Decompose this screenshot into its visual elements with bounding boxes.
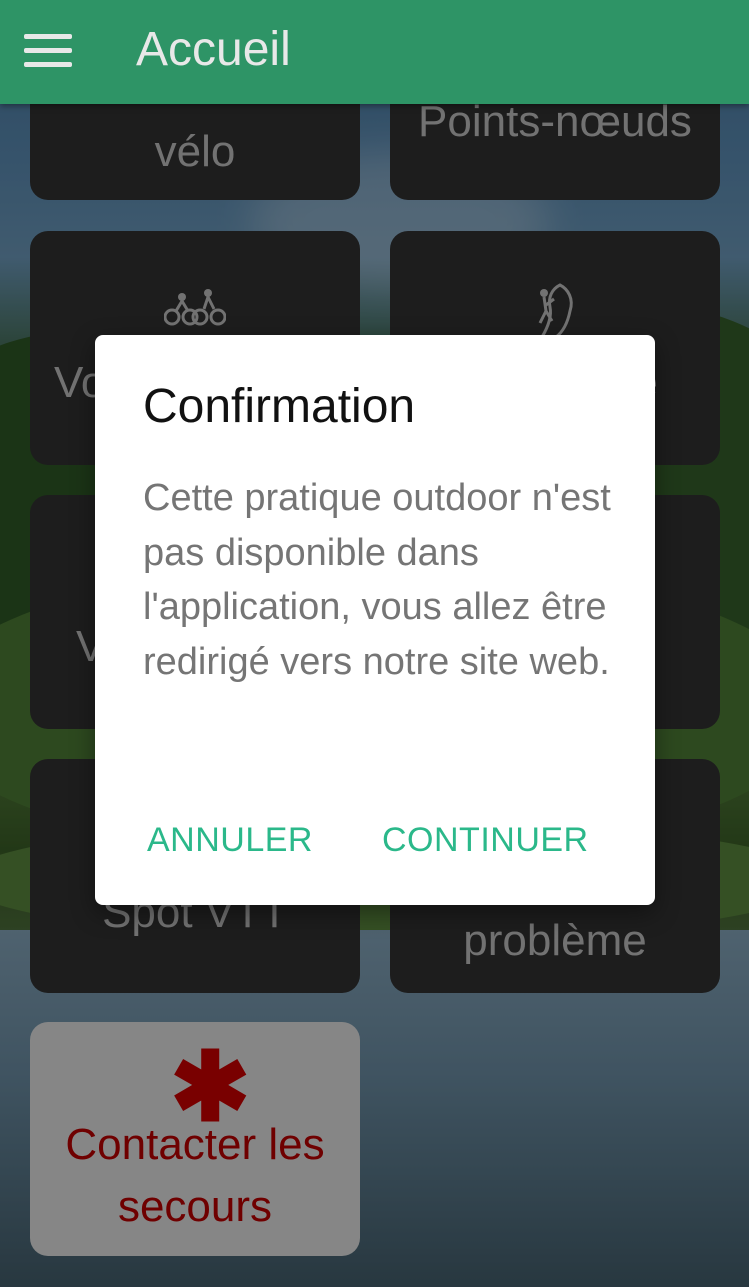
confirmation-dialog: Confirmation Cette pratique outdoor n'es… <box>95 335 655 905</box>
page-title: Accueil <box>136 23 291 76</box>
cancel-button[interactable]: ANNULER <box>147 821 313 860</box>
dialog-title: Confirmation <box>143 380 416 433</box>
continue-button[interactable]: CONTINUER <box>382 821 589 860</box>
screen: Accueil vélo Points-nœuds Vo e V Spot VT <box>0 0 749 1287</box>
hamburger-menu-icon[interactable] <box>24 34 74 68</box>
app-bar: Accueil <box>0 0 749 104</box>
dialog-message: Cette pratique outdoor n'est pas disponi… <box>143 477 611 683</box>
